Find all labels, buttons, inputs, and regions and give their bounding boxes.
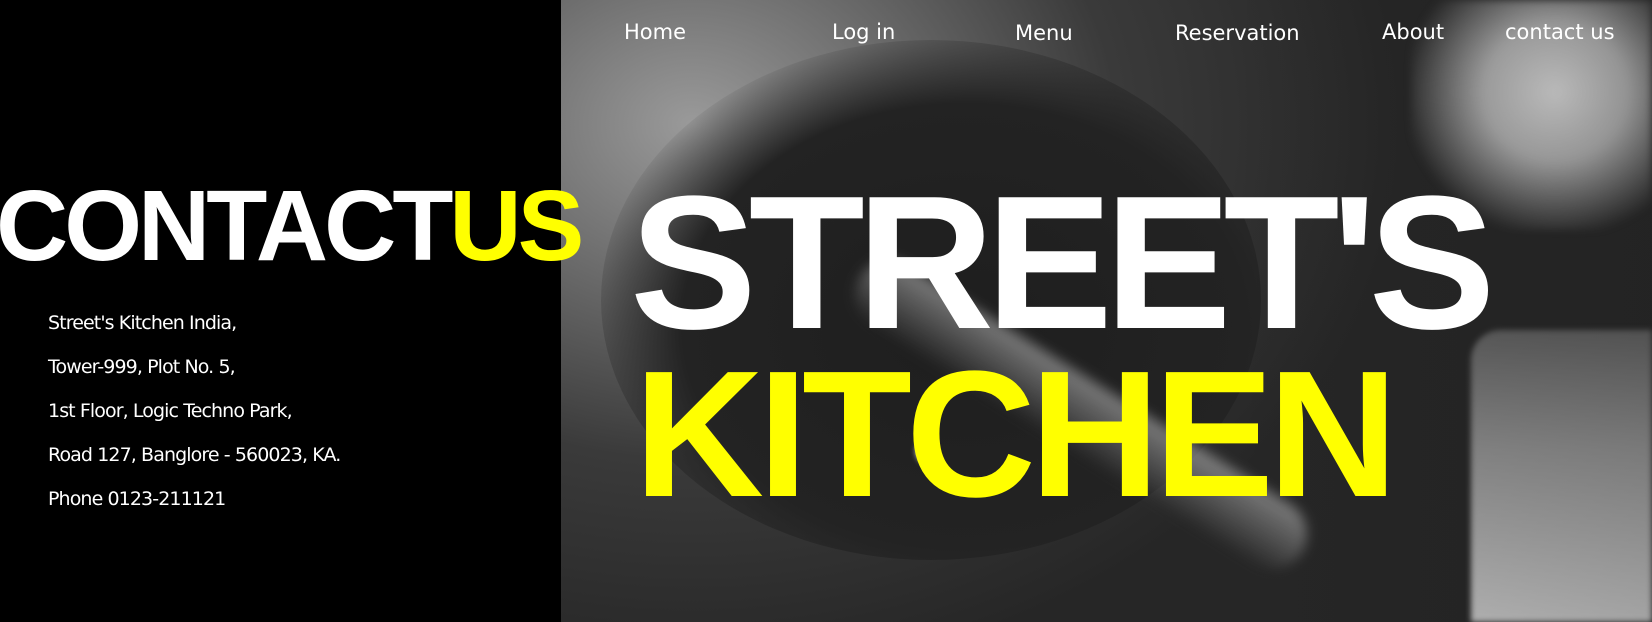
nav-link-menu[interactable]: Menu	[1015, 21, 1073, 45]
address-line: Street's Kitchen India,	[48, 312, 237, 334]
hero-title-line1: STREET'S	[630, 157, 1495, 369]
nav-link-home[interactable]: Home	[624, 20, 686, 44]
nav-link-contact-us[interactable]: contact us	[1505, 20, 1615, 44]
top-nav: Home Log in Menu Reservation About conta…	[0, 0, 1652, 70]
nav-link-login[interactable]: Log in	[832, 20, 895, 44]
address-block: Street's Kitchen India, Tower-999, Plot …	[48, 308, 341, 528]
address-line: Tower-999, Plot No. 5,	[48, 356, 236, 378]
address-line: Road 127, Banglore - 560023, KA.	[48, 444, 341, 466]
nav-link-about[interactable]: About	[1382, 20, 1444, 44]
hero-title-line2: KITCHEN	[634, 334, 1398, 535]
address-line: 1st Floor, Logic Techno Park,	[48, 400, 293, 422]
contact-heading-yellow: US	[449, 170, 584, 282]
phone-line: Phone 0123-211121	[48, 488, 226, 510]
contact-heading-white: CONTACT	[0, 170, 453, 282]
contact-panel: CONTACTUS Street's Kitchen India, Tower-…	[0, 0, 584, 622]
contact-heading: CONTACTUS	[0, 176, 584, 276]
nav-link-reservation[interactable]: Reservation	[1175, 21, 1300, 45]
page: CONTACTUS Street's Kitchen India, Tower-…	[0, 0, 1652, 622]
